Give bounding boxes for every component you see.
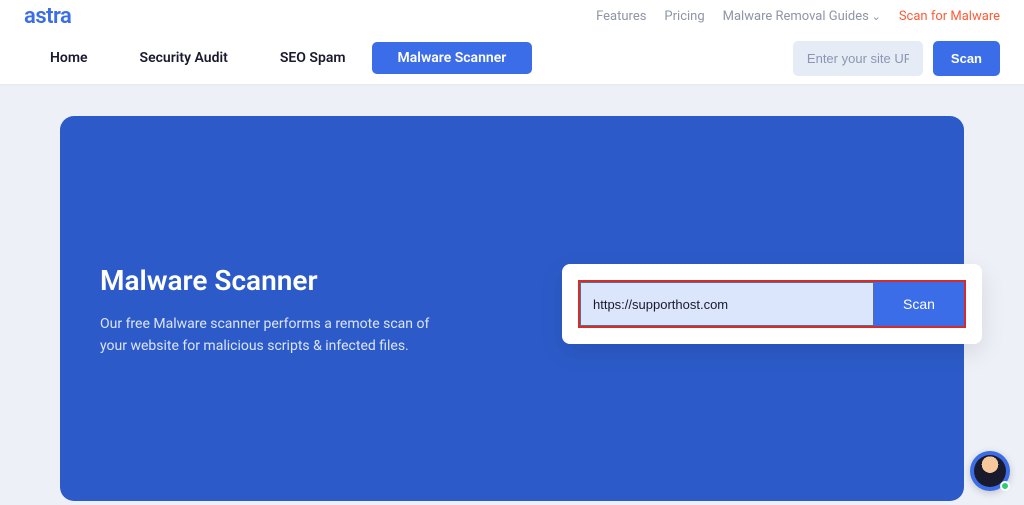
scan-button-top[interactable]: Scan [933,41,1000,76]
nav-tabs: Home Security Audit SEO Spam Malware Sca… [24,42,532,74]
nav-scan-cta[interactable]: Scan for Malware [899,9,1000,24]
nav-pricing[interactable]: Pricing [664,9,704,24]
url-input-hero[interactable] [580,282,874,326]
top-header: astra Features Pricing Malware Removal G… [0,0,1024,32]
scan-button-hero[interactable]: Scan [874,282,964,326]
scan-highlight-box: Scan [578,280,966,328]
tab-malware-scanner[interactable]: Malware Scanner [372,42,533,74]
tab-home[interactable]: Home [24,42,114,74]
nav-right: Scan [793,41,1000,76]
hero-panel: Malware Scanner Our free Malware scanner… [60,116,964,501]
top-nav: Features Pricing Malware Removal Guides … [596,9,1000,24]
nav-features[interactable]: Features [596,9,646,24]
tab-security-audit[interactable]: Security Audit [114,42,254,74]
nav-malware-guides[interactable]: Malware Removal Guides [723,9,881,24]
status-online-icon [1000,481,1010,491]
main-nav: Home Security Audit SEO Spam Malware Sca… [0,32,1024,84]
tab-seo-spam[interactable]: SEO Spam [254,42,372,74]
brand-logo[interactable]: astra [24,4,71,29]
scan-card: Scan [562,264,982,344]
chat-widget[interactable] [970,451,1010,491]
url-input-top[interactable] [793,41,923,76]
hero-description: Our free Malware scanner performs a remo… [100,313,440,358]
